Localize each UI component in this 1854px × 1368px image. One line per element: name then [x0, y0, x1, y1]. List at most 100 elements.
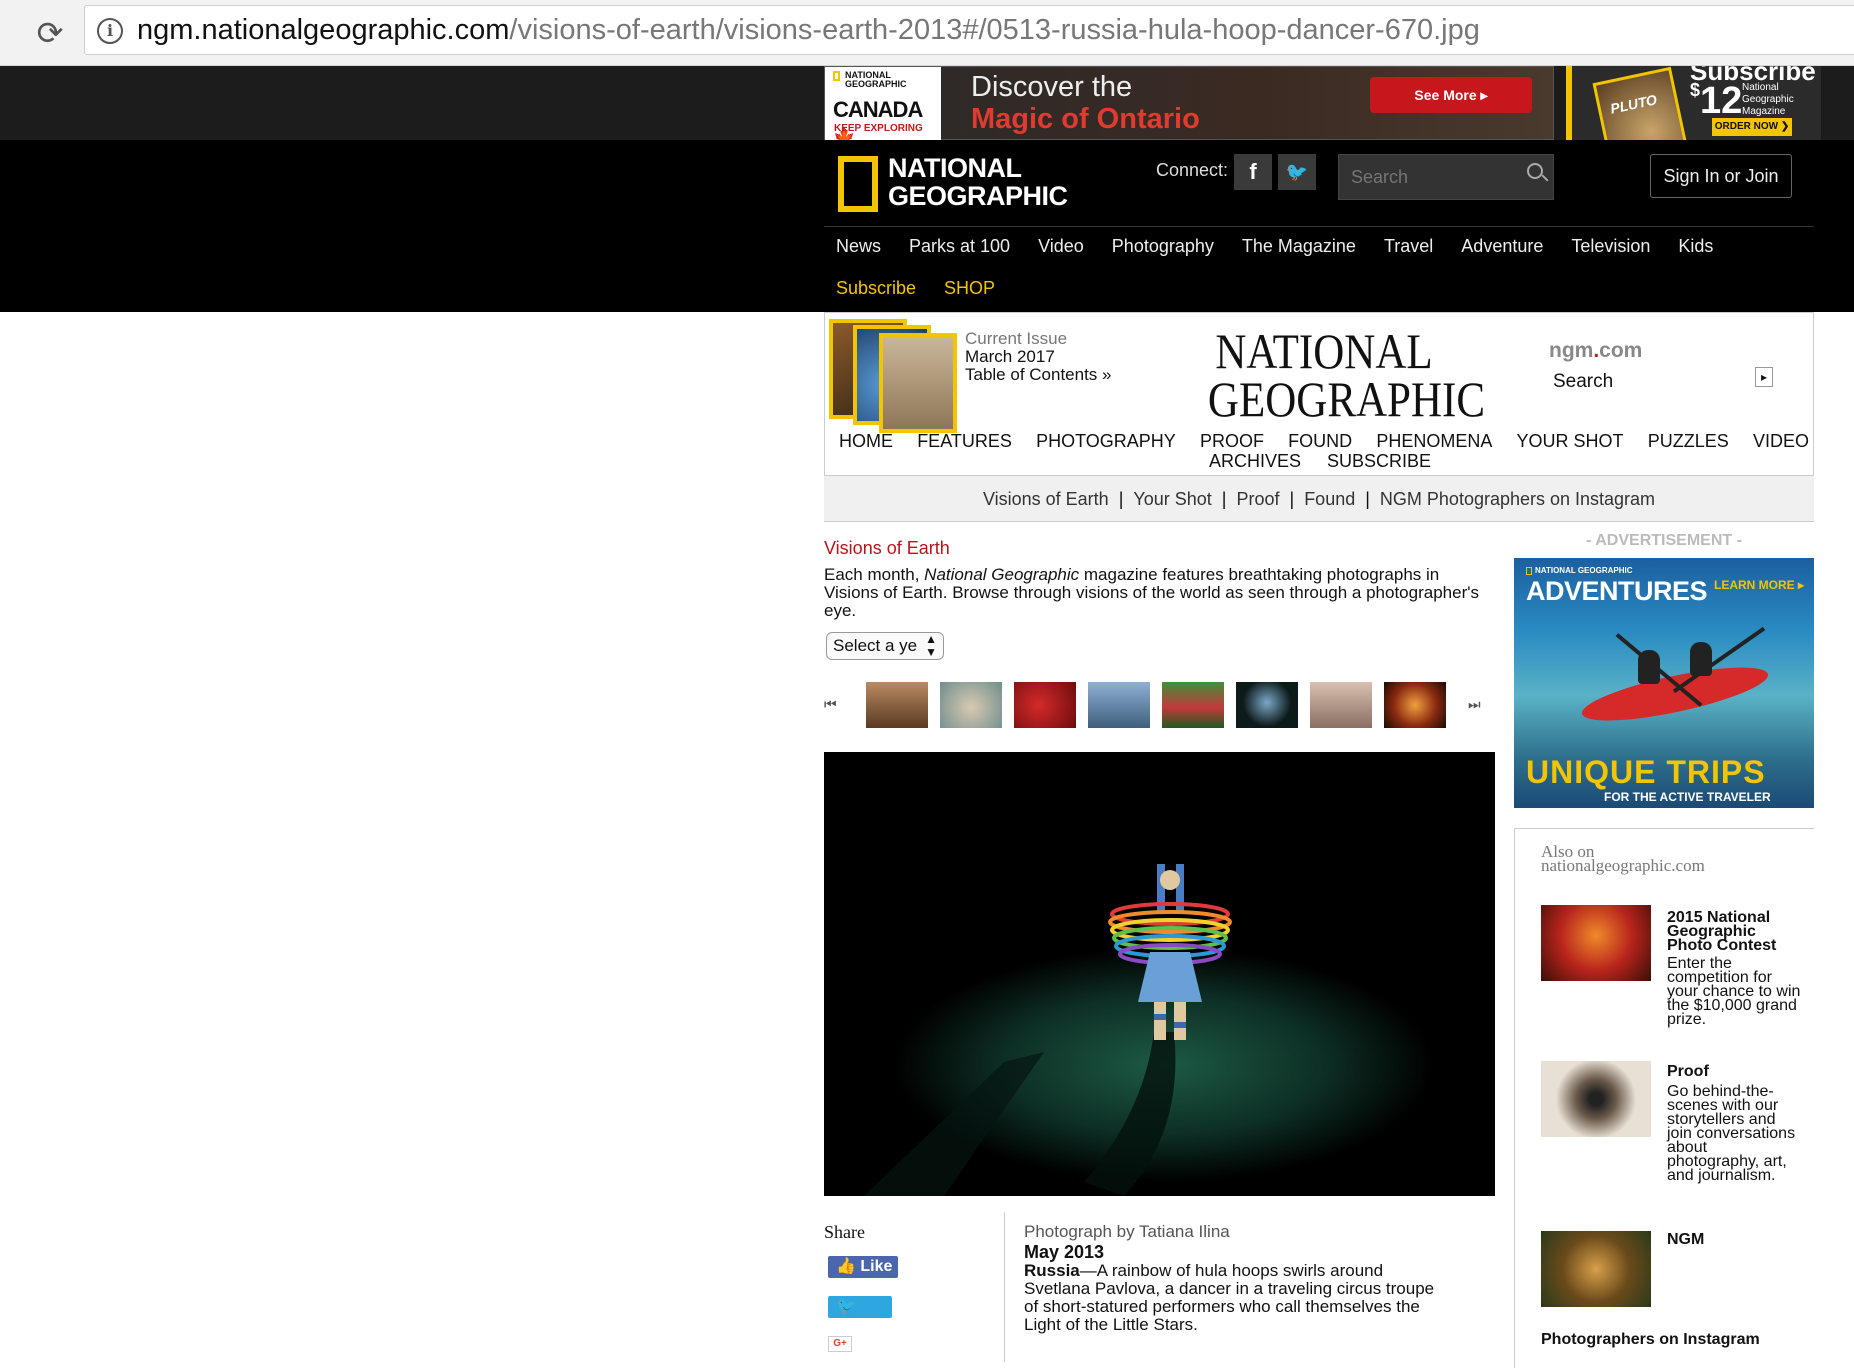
ngm-com-label: ngm.com	[1549, 339, 1643, 362]
ngm-nav-features[interactable]: FEATURES	[917, 431, 1012, 452]
header-divider	[824, 226, 1814, 227]
ngm-nav: HOME FEATURES PHOTOGRAPHY PROOF FOUND PH…	[839, 431, 1809, 452]
learn-more-link[interactable]: LEARN MORE ▸	[1714, 578, 1804, 592]
header-search	[1338, 154, 1554, 200]
ngm-nav-archives[interactable]: ARCHIVES	[1209, 451, 1301, 472]
caption-text: Russia—A rainbow of hula hoops swirls ar…	[1024, 1261, 1435, 1334]
photo-date: May 2013	[1024, 1242, 1105, 1262]
thumbnail[interactable]	[1162, 682, 1224, 728]
nav-adventure[interactable]: Adventure	[1461, 236, 1543, 264]
cheetah-image[interactable]	[1541, 1231, 1651, 1307]
nav-shop[interactable]: SHOP	[944, 278, 995, 299]
address-bar[interactable]: i ngm.nationalgeographic.com/visions-of-…	[84, 5, 1854, 55]
advertisement-label: - ADVERTISEMENT -	[1586, 532, 1742, 549]
photo-contest-title[interactable]: 2015 National Geographic Photo Contest	[1667, 910, 1797, 954]
section-instagram[interactable]: NGM Photographers on Instagram	[1380, 489, 1655, 509]
ngm-search-button[interactable]: ▸	[1755, 367, 1773, 387]
section-found[interactable]: Found	[1304, 489, 1355, 509]
nav-parks[interactable]: Parks at 100	[909, 236, 1010, 264]
thumbnail[interactable]	[1088, 682, 1150, 728]
visions-description: Each month, National Geographic magazine…	[824, 565, 1479, 620]
ngm-instagram-text[interactable]: Photographers on Instagram	[1541, 1332, 1760, 1348]
ngm-nav-your-shot[interactable]: YOUR SHOT	[1517, 431, 1624, 452]
ngm-nav-found[interactable]: FOUND	[1288, 431, 1352, 452]
nav-news[interactable]: News	[836, 236, 881, 264]
sub-nav: Subscribe SHOP	[836, 278, 1023, 299]
adventures-ad[interactable]: NATIONAL GEOGRAPHIC ADVENTURES LEARN MOR…	[1514, 558, 1814, 808]
ngm-nav-puzzles[interactable]: PUZZLES	[1648, 431, 1729, 452]
section-your-shot[interactable]: Your Shot	[1133, 489, 1211, 509]
nav-travel[interactable]: Travel	[1384, 236, 1433, 264]
search-icon[interactable]	[1527, 163, 1543, 179]
subscribe-ad-banner[interactable]: PLUTO Subscribe $12 National Geographic Ma…	[1566, 66, 1821, 140]
facebook-icon[interactable]: f	[1234, 154, 1272, 190]
main-nav: News Parks at 100 Video Photography The …	[836, 236, 1741, 264]
search-input[interactable]	[1339, 155, 1519, 199]
tweet-button[interactable]: 🐦 Tweet	[828, 1296, 892, 1318]
sign-in-button[interactable]: Sign In or Join	[1650, 154, 1792, 198]
thumbnail[interactable]	[866, 682, 928, 728]
browser-toolbar: ⟳ i ngm.nationalgeographic.com/visions-o…	[0, 0, 1854, 66]
thumbnail-selected[interactable]	[1236, 682, 1298, 728]
main-photo[interactable]	[824, 752, 1495, 1196]
ngm-nav-photography[interactable]: PHOTOGRAPHY	[1036, 431, 1176, 452]
ngm-nav-subscribe[interactable]: SUBSCRIBE	[1327, 451, 1431, 472]
select-arrows-icon: ▲ ▼	[925, 632, 937, 659]
visions-title: Visions of Earth	[824, 538, 950, 558]
ng-logo-text[interactable]: NATIONAL GEOGRAPHIC	[888, 154, 1068, 210]
ngm-nav-phenomena[interactable]: PHENOMENA	[1376, 431, 1492, 452]
year-select[interactable]: Select a ye ▲ ▼	[826, 632, 944, 660]
facebook-like-button[interactable]: 👍 Like 4	[828, 1256, 898, 1278]
ontario-ad-banner[interactable]: NATIONAL GEOGRAPHIC CANADA🍁 KEEP EXPLORI…	[824, 66, 1554, 147]
proof-title[interactable]: Proof	[1667, 1064, 1709, 1080]
connect-label: Connect:	[1156, 160, 1229, 180]
info-icon[interactable]: i	[97, 18, 123, 44]
section-links: Visions of Earth | Your Shot | Proof | Found | N…	[824, 476, 1814, 522]
nav-magazine[interactable]: The Magazine	[1242, 236, 1356, 264]
thumbnail[interactable]	[1310, 682, 1372, 728]
ngm-masthead: Current Issue March 2017 Table of Conten…	[824, 312, 1814, 476]
nav-kids[interactable]: Kids	[1678, 236, 1713, 264]
also-on-title: Also on nationalgeographic.com	[1541, 842, 1705, 875]
google-plus-button[interactable]: G+	[828, 1336, 852, 1352]
thumbnail-strip: ⏮ ⏭	[824, 682, 1490, 730]
prev-arrow-icon[interactable]: ⏮	[824, 696, 837, 713]
share-label: Share	[824, 1222, 865, 1242]
proof-text: Go behind-the-scenes with our storytelle…	[1667, 1083, 1796, 1184]
ad-headline-line2: Magic of Ontario	[971, 103, 1200, 135]
next-arrow-icon[interactable]: ⏭	[1468, 696, 1481, 713]
reload-icon[interactable]: ⟳	[30, 13, 70, 53]
thumbnail[interactable]	[1014, 682, 1076, 728]
also-on-panel: Also on nationalgeographic.com 2015 Natio…	[1514, 828, 1814, 1368]
thumbnail[interactable]	[940, 682, 1002, 728]
ngm-nav-row2: ARCHIVES SUBSCRIBE	[1209, 451, 1431, 472]
nav-subscribe[interactable]: Subscribe	[836, 278, 916, 299]
ngm-nav-proof[interactable]: PROOF	[1200, 431, 1264, 452]
ngm-instagram-title[interactable]: NGM	[1667, 1232, 1704, 1248]
twitter-icon[interactable]: 🐦	[1278, 154, 1316, 190]
kayak-image	[1578, 656, 1772, 732]
subscribe-price: $12	[1690, 80, 1743, 122]
ngm-logo-title[interactable]: NATIONAL GEOGRAPHIC	[1208, 326, 1485, 424]
url-text[interactable]: ngm.nationalgeographic.com/visions-of-ea…	[137, 14, 1480, 47]
toc-link[interactable]: Table of Contents »	[965, 365, 1111, 385]
section-proof[interactable]: Proof	[1236, 489, 1279, 509]
nav-television[interactable]: Television	[1571, 236, 1650, 264]
current-issue-label[interactable]: Current Issue	[965, 329, 1067, 349]
current-issue-covers[interactable]	[829, 315, 965, 433]
nav-video[interactable]: Video	[1038, 236, 1084, 264]
issue-date[interactable]: March 2017	[965, 347, 1055, 367]
ngm-search-label: Search	[1553, 371, 1614, 392]
thumbnail[interactable]	[1384, 682, 1446, 728]
hula-hoop-dancer-photo	[824, 752, 1495, 1196]
ng-logo-border[interactable]	[838, 156, 878, 212]
section-visions[interactable]: Visions of Earth	[983, 489, 1109, 509]
caption-divider	[1004, 1212, 1005, 1362]
nav-photography[interactable]: Photography	[1112, 236, 1214, 264]
ngm-nav-home[interactable]: HOME	[839, 431, 893, 452]
see-more-button[interactable]: See More ▸	[1370, 77, 1532, 113]
photo-contest-text: Enter the competition for your chance to…	[1667, 955, 1801, 1028]
photo-credit: Photograph by Tatiana Ilina	[1024, 1222, 1230, 1241]
ngm-nav-video[interactable]: VIDEO	[1753, 431, 1809, 452]
order-now-button[interactable]: ORDER NOW ❯	[1712, 118, 1792, 136]
